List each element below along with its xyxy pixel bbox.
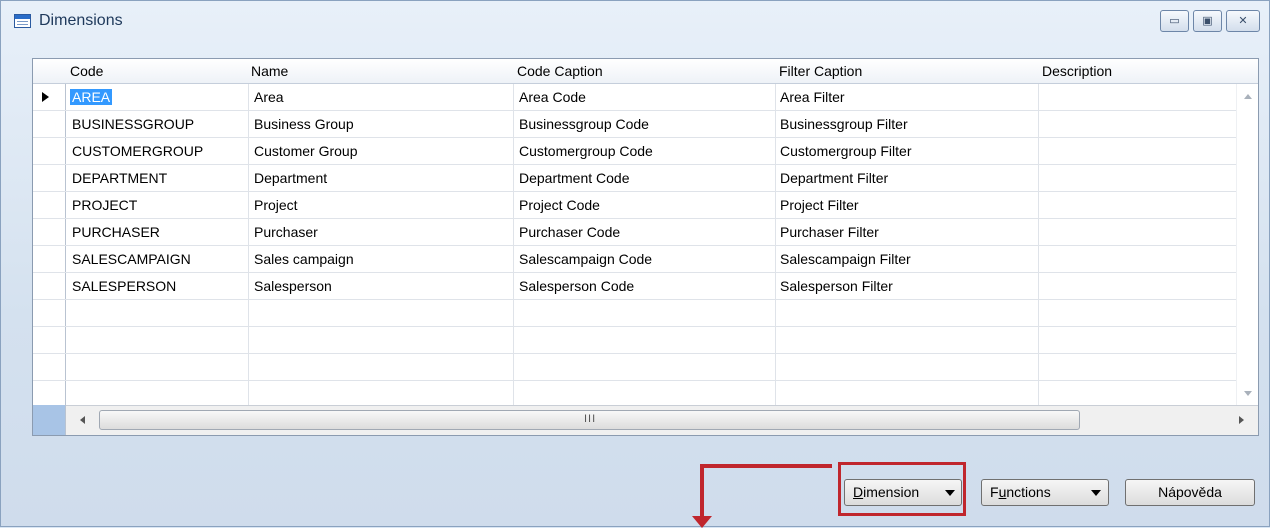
cell-code-caption[interactable]: Purchaser Code [519,224,620,240]
cell-filter-caption[interactable]: Salescampaign Filter [780,251,911,267]
table-row[interactable]: PROJECT Project Project Code Project Fil… [33,192,1258,219]
window-title: Dimensions [39,12,123,29]
cell-name[interactable]: Business Group [254,116,354,132]
column-header-code-caption[interactable]: Code Caption [517,63,603,79]
cell-name[interactable]: Customer Group [254,143,357,159]
cell-name[interactable]: Salesperson [254,278,332,294]
annotation-arrow-down-icon [692,516,712,528]
maximize-button[interactable]: ▣ [1193,10,1222,32]
cell-code-caption[interactable]: Salesperson Code [519,278,634,294]
cell-code-caption[interactable]: Salescampaign Code [519,251,652,267]
table-row[interactable]: PURCHASER Purchaser Purchaser Code Purch… [33,219,1258,246]
close-button[interactable]: ✕ [1226,10,1260,32]
scroll-up-arrow-icon[interactable] [1244,94,1252,99]
minimize-button[interactable]: ▭ [1160,10,1189,32]
functions-menu-button[interactable]: Functions [981,479,1109,506]
scroll-left-arrow-icon[interactable] [80,416,85,424]
annotation-line-horizontal [700,464,832,468]
table-row[interactable]: SALESPERSON Salesperson Salesperson Code… [33,273,1258,300]
cell-code[interactable]: AREA [70,89,113,105]
annotation-line-vertical [700,464,704,518]
cell-code[interactable]: PURCHASER [72,224,160,240]
cell-code[interactable]: DEPARTMENT [72,170,167,186]
scroll-right-arrow-icon[interactable] [1239,416,1244,424]
column-header-filter-caption[interactable]: Filter Caption [779,63,862,79]
cell-name[interactable]: Department [254,170,327,186]
column-header-name[interactable]: Name [251,63,288,79]
dimensions-grid[interactable]: Code Name Code Caption Filter Caption De… [32,58,1259,436]
cell-name[interactable]: Area [254,89,284,105]
cell-name[interactable]: Project [254,197,298,213]
column-header-description[interactable]: Description [1042,63,1112,79]
vertical-scrollbar[interactable] [1236,84,1258,405]
cell-filter-caption[interactable]: Project Filter [780,197,859,213]
table-icon [14,14,31,28]
help-button[interactable]: Nápověda [1125,479,1255,506]
cell-code[interactable]: PROJECT [72,197,137,213]
cell-filter-caption[interactable]: Area Filter [780,89,845,105]
table-row-empty[interactable] [33,327,1258,354]
cell-code[interactable]: SALESPERSON [72,278,176,294]
table-row-empty[interactable] [33,300,1258,327]
cell-filter-caption[interactable]: Customergroup Filter [780,143,912,159]
scroll-down-arrow-icon[interactable] [1244,391,1252,396]
table-row[interactable]: DEPARTMENT Department Department Code De… [33,165,1258,192]
column-header-code[interactable]: Code [70,63,103,79]
table-row[interactable]: AREA Area Area Code Area Filter [33,84,1258,111]
cell-code-caption[interactable]: Area Code [519,89,586,105]
table-row[interactable]: CUSTOMERGROUP Customer Group Customergro… [33,138,1258,165]
cell-code[interactable]: CUSTOMERGROUP [72,143,203,159]
title-bar[interactable]: Dimensions ▭ ▣ ✕ [1,1,1269,43]
table-row[interactable]: BUSINESSGROUP Business Group Businessgro… [33,111,1258,138]
dropdown-caret-icon [1091,490,1101,496]
cell-code[interactable]: SALESCAMPAIGN [72,251,191,267]
cell-name[interactable]: Purchaser [254,224,318,240]
scroll-grip-icon: III [584,413,597,425]
table-row-empty[interactable] [33,381,1258,405]
dimensions-window: Dimensions ▭ ▣ ✕ Code Name Code Caption … [0,0,1270,528]
table-row[interactable]: SALESCAMPAIGN Sales campaign Salescampai… [33,246,1258,273]
grid-corner-cell [33,405,66,435]
horizontal-scroll-thumb[interactable]: III [99,410,1080,430]
cell-code[interactable]: BUSINESSGROUP [72,116,194,132]
cell-filter-caption[interactable]: Purchaser Filter [780,224,879,240]
cell-code-caption[interactable]: Businessgroup Code [519,116,649,132]
table-row-empty[interactable] [33,354,1258,381]
cell-filter-caption[interactable]: Businessgroup Filter [780,116,908,132]
cell-code-caption[interactable]: Project Code [519,197,600,213]
cell-code-caption[interactable]: Customergroup Code [519,143,653,159]
cell-code-caption[interactable]: Department Code [519,170,630,186]
column-header-row: Code Name Code Caption Filter Caption De… [33,59,1258,84]
cell-filter-caption[interactable]: Department Filter [780,170,888,186]
annotation-highlight-box [838,462,966,516]
cell-filter-caption[interactable]: Salesperson Filter [780,278,893,294]
horizontal-scrollbar[interactable]: III [66,405,1258,435]
cell-name[interactable]: Sales campaign [254,251,354,267]
